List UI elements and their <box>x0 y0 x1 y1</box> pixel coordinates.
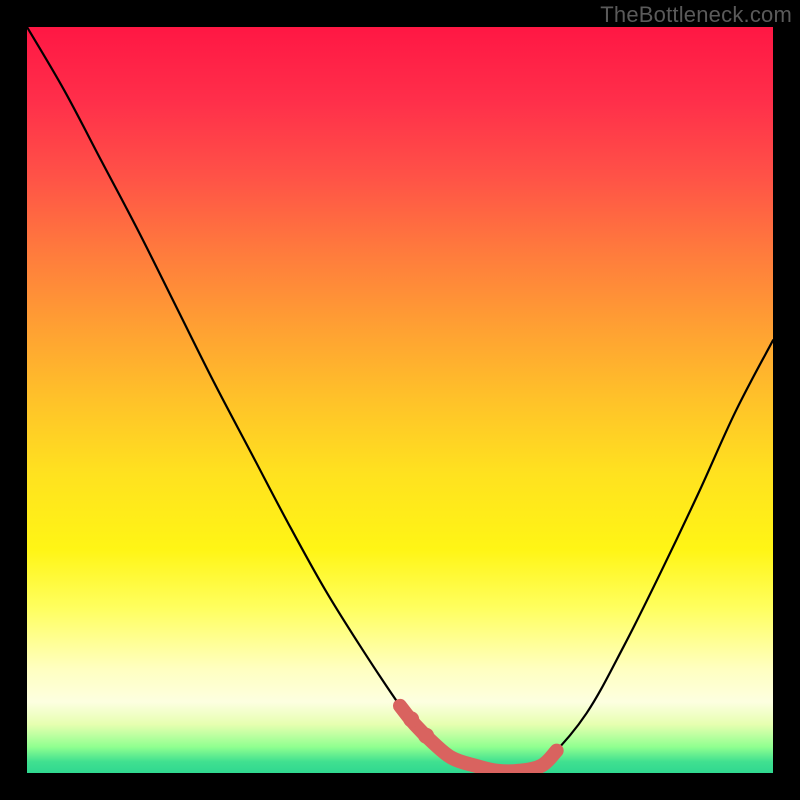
chart-svg <box>27 27 773 773</box>
watermark-text: TheBottleneck.com <box>600 2 792 28</box>
plot-area <box>27 27 773 773</box>
highlight-dot <box>418 728 434 744</box>
highlight-dot <box>403 711 419 727</box>
gradient-background <box>27 27 773 773</box>
chart-frame: TheBottleneck.com <box>0 0 800 800</box>
